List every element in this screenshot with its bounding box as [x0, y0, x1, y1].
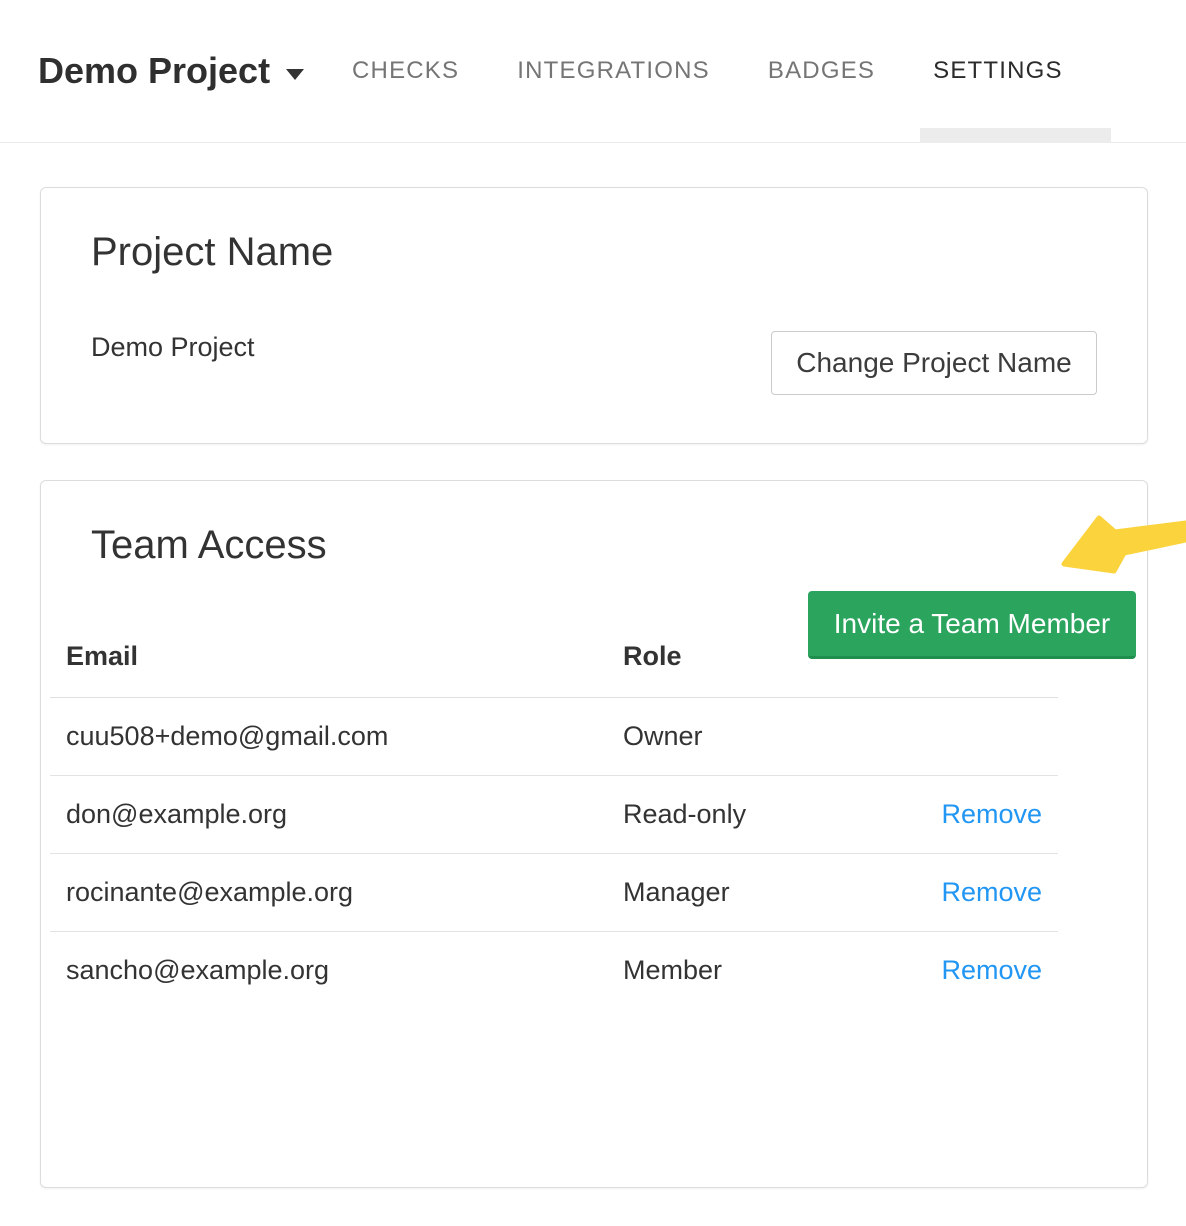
team-members-rows: cuu508+demo@gmail.comOwnerdon@example.or…: [50, 698, 1058, 1010]
project-selector-dropdown[interactable]: Demo Project: [38, 0, 304, 142]
nav-tabs: CHECKS INTEGRATIONS BADGES SETTINGS: [352, 0, 1063, 142]
member-email: sancho@example.org: [50, 932, 607, 1010]
remove-link[interactable]: Remove: [941, 799, 1042, 829]
table-row: cuu508+demo@gmail.comOwner: [50, 698, 1058, 776]
team-members-table: Email Role cuu508+demo@gmail.comOwnerdon…: [50, 616, 1058, 1009]
project-selector-label: Demo Project: [38, 50, 270, 92]
project-name-card-title: Project Name: [91, 228, 333, 276]
invite-team-member-button[interactable]: Invite a Team Member: [808, 591, 1136, 659]
current-project-name: Demo Project: [91, 332, 255, 363]
table-row: don@example.orgRead-only Remove: [50, 776, 1058, 854]
member-role: Read-only: [607, 776, 920, 854]
member-email: cuu508+demo@gmail.com: [50, 698, 607, 776]
active-tab-indicator: [920, 128, 1111, 143]
tab-badges[interactable]: BADGES: [768, 57, 875, 85]
tab-checks[interactable]: CHECKS: [352, 57, 459, 85]
member-action-cell: Remove: [920, 854, 1058, 932]
project-name-card: Project Name Demo Project Change Project…: [40, 187, 1148, 444]
caret-down-icon: [286, 69, 304, 80]
column-header-email: Email: [50, 616, 607, 698]
member-email: rocinante@example.org: [50, 854, 607, 932]
remove-link[interactable]: Remove: [941, 955, 1042, 985]
member-action-cell: Remove: [920, 932, 1058, 1010]
member-email: don@example.org: [50, 776, 607, 854]
table-row: rocinante@example.orgManager Remove: [50, 854, 1058, 932]
member-role: Member: [607, 932, 920, 1010]
remove-link[interactable]: Remove: [941, 877, 1042, 907]
project-settings-page: { "header": { "project_selector": { "lab…: [0, 0, 1186, 1226]
member-role: Owner: [607, 698, 920, 776]
member-action-cell: [920, 698, 1058, 776]
tab-integrations[interactable]: INTEGRATIONS: [517, 57, 710, 85]
team-access-card-title: Team Access: [91, 521, 327, 569]
change-project-name-button[interactable]: Change Project Name: [771, 331, 1097, 395]
tab-settings[interactable]: SETTINGS: [933, 57, 1063, 85]
table-row: sancho@example.orgMember Remove: [50, 932, 1058, 1010]
member-role: Manager: [607, 854, 920, 932]
member-action-cell: Remove: [920, 776, 1058, 854]
top-nav: Demo Project CHECKS INTEGRATIONS BADGES SET…: [0, 0, 1186, 143]
